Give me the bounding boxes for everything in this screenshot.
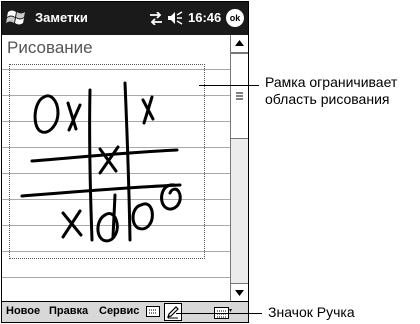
keyboard-icon[interactable] [146, 306, 160, 317]
frame-callout-line1: Рамка ограничивает [265, 74, 398, 90]
volume-icon[interactable] [167, 11, 183, 25]
vertical-scrollbar[interactable] [230, 35, 248, 301]
arrow-up-icon [235, 40, 244, 46]
menu-tools[interactable]: Сервис [99, 305, 139, 317]
x-mark [66, 101, 82, 132]
x-mark [141, 95, 155, 125]
o-mark [131, 202, 154, 231]
clock[interactable]: 16:46 [188, 10, 221, 25]
menu-edit[interactable]: Правка [49, 305, 88, 317]
frame-callout-text: Рамка ограничивает область рисования [265, 74, 397, 108]
grip-icon [236, 92, 243, 100]
pocket-pc-screen: Заметки 16:46 ok Рисование Новое Правка … [1, 1, 249, 323]
title-bar: Заметки 16:46 ok [2, 2, 248, 35]
x-mark [61, 209, 83, 239]
note-canvas[interactable]: Рисование [2, 35, 230, 301]
o-mark [160, 183, 182, 211]
menu-bar: Новое Правка Сервис [2, 301, 248, 322]
scroll-thumb[interactable] [231, 53, 248, 139]
menu-new[interactable]: Новое [6, 305, 40, 317]
x-mark [111, 193, 117, 239]
x-mark [98, 145, 120, 175]
windows-start-icon[interactable] [5, 6, 31, 30]
grid-stroke [88, 88, 94, 242]
ok-button[interactable]: ok [226, 9, 244, 27]
pen-icon [167, 306, 179, 319]
arrow-down-icon [235, 290, 244, 296]
connectivity-icon[interactable] [148, 12, 164, 25]
input-panel-icon[interactable] [214, 305, 232, 319]
pen-callout-line [176, 313, 262, 314]
pen-callout-text: Значок Ручка [268, 304, 355, 320]
grid-stroke [123, 81, 132, 242]
tic-tac-toe-drawing [20, 81, 182, 243]
o-mark [33, 94, 60, 134]
scroll-up-button[interactable] [231, 35, 248, 53]
scroll-down-button[interactable] [231, 283, 248, 301]
grid-stroke [20, 183, 182, 198]
app-title: Заметки [35, 10, 88, 25]
frame-callout-line2: область рисования [265, 91, 390, 107]
pen-button[interactable] [164, 303, 182, 321]
frame-callout-line [199, 85, 259, 86]
